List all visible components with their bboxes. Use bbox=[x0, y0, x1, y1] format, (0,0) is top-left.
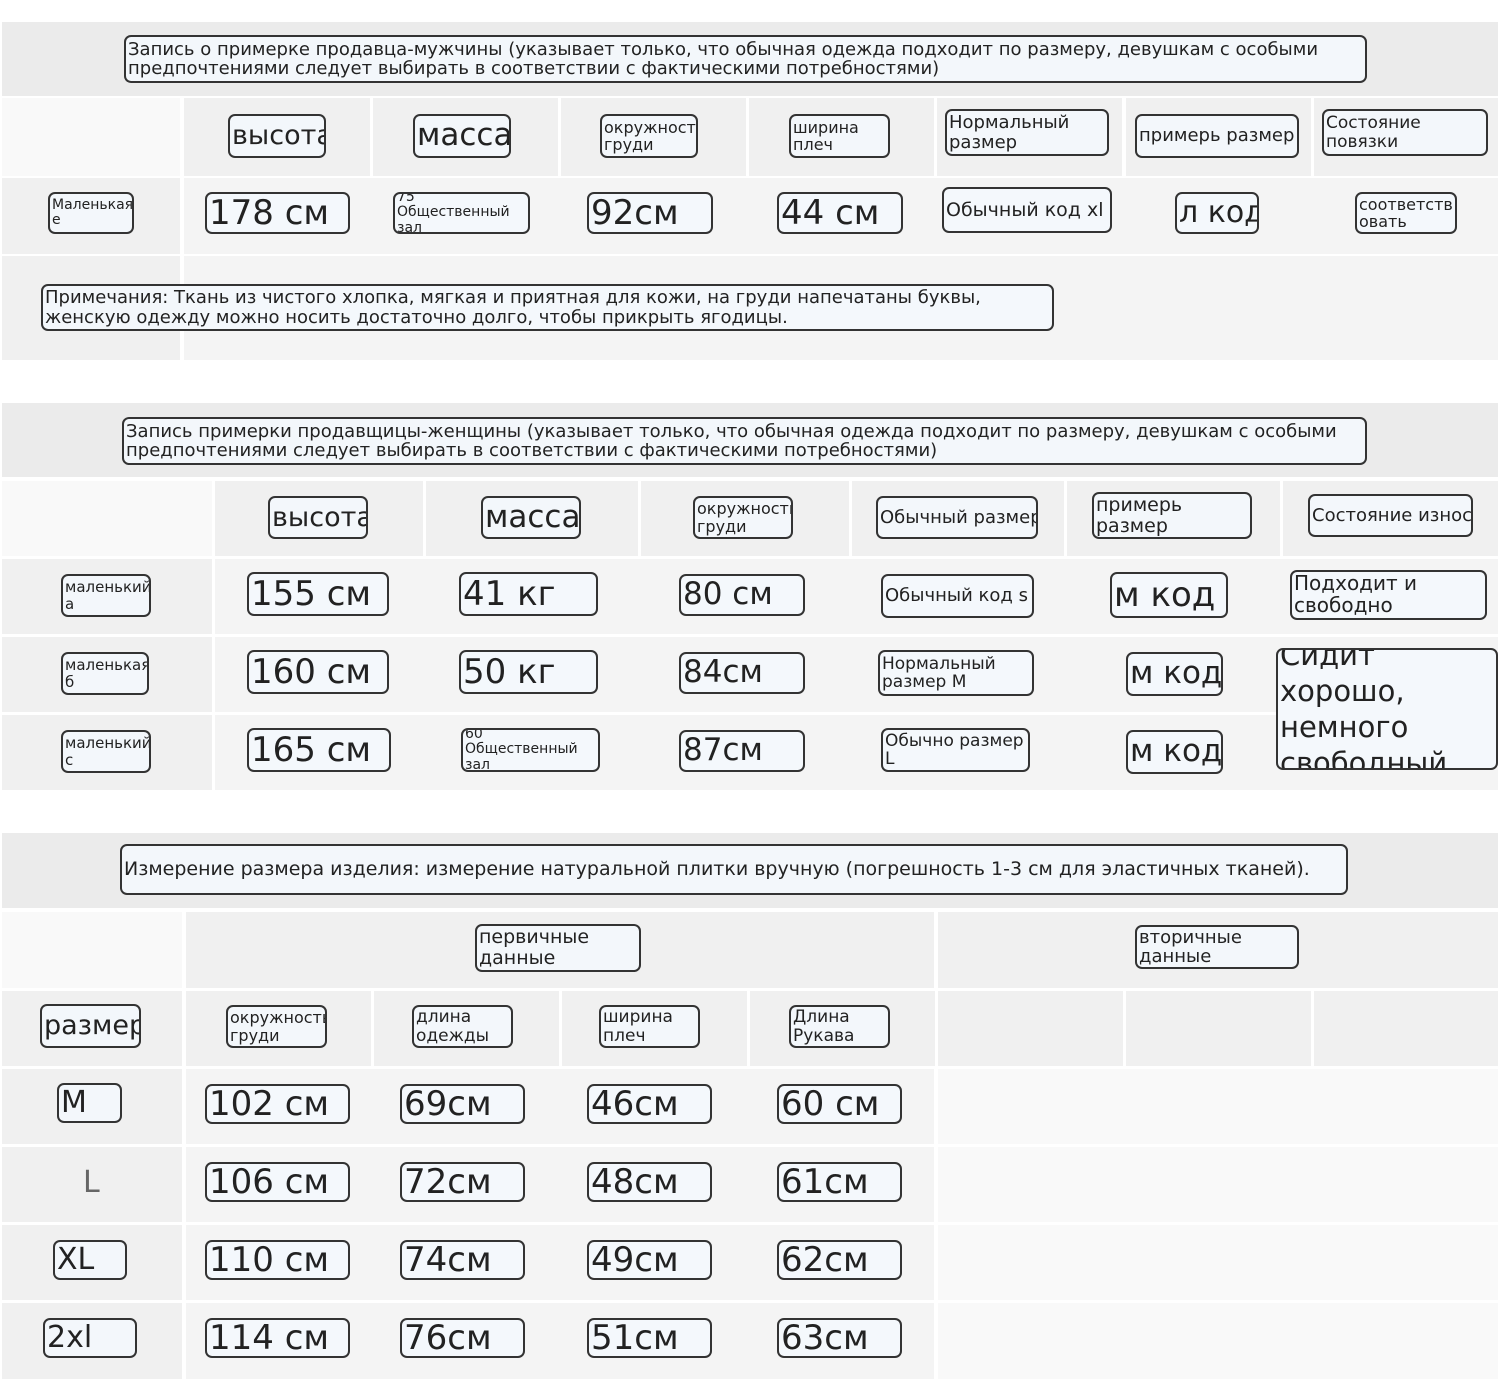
measurement-title: Измерение размера изделия: измерение нат… bbox=[120, 844, 1348, 895]
size-row-2xl: 2xl 114 см 76см 51см 63см bbox=[2, 1303, 1498, 1379]
primary-data-label: первичные данные bbox=[475, 924, 641, 972]
male-row-label: Маленькая е bbox=[48, 192, 134, 234]
female-fitting-section: Запись примерки продавщицы-женщины (указ… bbox=[2, 403, 1498, 791]
size-row-l: L 106 см 72см 48см 61см bbox=[2, 1147, 1498, 1222]
size-2xl-shoulder: 51см bbox=[587, 1318, 712, 1358]
female-header-chest: окружность груди bbox=[693, 496, 793, 539]
female-title-bar: Запись примерки продавщицы-женщины (указ… bbox=[2, 403, 1498, 477]
female-header-height: высота bbox=[268, 496, 368, 539]
size-l-chest: 106 см bbox=[205, 1162, 350, 1202]
male-header-chest: окружность груди bbox=[600, 114, 698, 158]
female-row-c-tried-size: м код bbox=[1126, 730, 1223, 774]
size-m-label: M bbox=[57, 1083, 122, 1123]
data-group-row: первичные данные вторичные данные bbox=[2, 912, 1498, 988]
female-header-weight: масса bbox=[481, 496, 581, 539]
male-weight-value: 75 Общественный зал bbox=[393, 192, 530, 234]
female-header-row: высота масса окружность груди Обычный ра… bbox=[2, 481, 1498, 556]
female-header-wear-state: Состояние износа bbox=[1308, 494, 1473, 537]
male-note: Примечания: Ткань из чистого хлопка, мяг… bbox=[41, 284, 1054, 331]
female-row-a-height: 155 см bbox=[247, 572, 389, 616]
male-header-normal-size: Нормальный размер bbox=[945, 109, 1109, 156]
size-row-xl: XL 110 см 74см 49см 62см bbox=[2, 1225, 1498, 1300]
size-2xl-sleeve: 63см bbox=[777, 1318, 902, 1358]
male-header-row: высота масса окружность груди ширина пле… bbox=[2, 98, 1498, 176]
female-row-c-label: маленький с bbox=[61, 730, 151, 773]
header-sleeve: Длина Рукава bbox=[789, 1005, 890, 1048]
measurement-header-row: размер окружность груди длина одежды шир… bbox=[2, 991, 1498, 1066]
measurement-title-bar: Измерение размера изделия: измерение нат… bbox=[2, 833, 1498, 908]
male-state-value: соответств овать bbox=[1355, 192, 1457, 234]
female-row-c-height: 165 см bbox=[247, 728, 391, 772]
female-row-a-label: маленький а bbox=[61, 574, 151, 617]
male-header-state: Состояние повязки bbox=[1322, 109, 1488, 156]
female-row-b-height: 160 см bbox=[247, 650, 389, 694]
female-wear-state-bc: Сидит хорошо, немного свободный bbox=[1276, 648, 1498, 770]
measurement-section: Измерение размера изделия: измерение нат… bbox=[2, 833, 1498, 1381]
male-normal-size-value: Обычный код xl bbox=[942, 187, 1112, 233]
female-row-b-tried-size: м код bbox=[1126, 652, 1223, 696]
female-header-tried-size: примерь размер bbox=[1092, 492, 1252, 539]
size-xl-shoulder: 49см bbox=[587, 1240, 712, 1280]
female-row-a-tried-size: м код bbox=[1110, 572, 1228, 618]
size-m-chest: 102 см bbox=[205, 1084, 350, 1124]
female-title: Запись примерки продавщицы-женщины (указ… bbox=[122, 417, 1367, 465]
male-fitting-section: Запись о примерке продавца-мужчины (указ… bbox=[2, 22, 1498, 362]
female-row-a-chest: 80 см bbox=[679, 574, 805, 616]
male-note-row: Примечания: Ткань из чистого хлопка, мяг… bbox=[2, 256, 1498, 360]
male-header-shoulder: ширина плеч bbox=[789, 114, 890, 158]
size-m-shoulder: 46см bbox=[587, 1084, 712, 1124]
male-data-row: Маленькая е 178 см 75 Общественный зал 9… bbox=[2, 178, 1498, 254]
female-row-a-weight: 41 кг bbox=[459, 572, 598, 616]
female-row-c-chest: 87см bbox=[679, 730, 805, 772]
size-2xl-length: 76см bbox=[400, 1318, 525, 1358]
female-row-c-weight: 60 Общественный зал bbox=[461, 728, 600, 772]
size-xl-length: 74см bbox=[400, 1240, 525, 1280]
header-chest: окружность груди bbox=[226, 1005, 327, 1048]
female-header-normal-size: Обычный размер bbox=[876, 496, 1038, 539]
header-shoulder: ширина плеч bbox=[599, 1005, 700, 1048]
female-row-c-normal-size: Обычно размер L bbox=[881, 728, 1030, 772]
size-2xl-chest: 114 см bbox=[205, 1318, 350, 1358]
male-header-tried-size: примерь размер bbox=[1135, 114, 1299, 158]
size-l-length: 72см bbox=[400, 1162, 525, 1202]
size-l-shoulder: 48см bbox=[587, 1162, 712, 1202]
secondary-data-label: вторичные данные bbox=[1135, 925, 1299, 969]
female-row-b: маленькая б 160 см 50 кг 84см Нормальный… bbox=[2, 637, 1498, 712]
male-header-height: высота bbox=[228, 114, 326, 158]
female-row-b-label: маленькая б bbox=[61, 652, 149, 695]
male-chest-value: 92см bbox=[587, 192, 713, 234]
male-title: Запись о примерке продавца-мужчины (указ… bbox=[124, 35, 1367, 83]
male-height-value: 178 см bbox=[205, 192, 350, 234]
female-row-a: маленький а 155 см 41 кг 80 см Обычный к… bbox=[2, 559, 1498, 634]
male-tried-size-value: л код bbox=[1175, 192, 1259, 234]
female-row-b-chest: 84см bbox=[679, 652, 805, 694]
size-m-sleeve: 60 см bbox=[777, 1084, 902, 1124]
male-title-bar: Запись о примерке продавца-мужчины (указ… bbox=[2, 22, 1498, 96]
size-2xl-label: 2xl bbox=[43, 1318, 137, 1358]
header-length: длина одежды bbox=[412, 1005, 513, 1048]
size-xl-chest: 110 см bbox=[205, 1240, 350, 1280]
male-shoulder-value: 44 см bbox=[777, 192, 903, 234]
female-wear-state-a: Подходит и свободно bbox=[1290, 570, 1487, 620]
size-header: размер bbox=[40, 1004, 141, 1048]
female-row-b-weight: 50 кг bbox=[459, 650, 598, 694]
female-row-a-normal-size: Обычный код s bbox=[881, 574, 1034, 618]
size-row-m: M 102 см 69см 46см 60 см bbox=[2, 1069, 1498, 1144]
male-header-weight: масса bbox=[413, 114, 511, 158]
size-l-sleeve: 61см bbox=[777, 1162, 902, 1202]
size-xl-label: XL bbox=[53, 1240, 127, 1280]
size-xl-sleeve: 62см bbox=[777, 1240, 902, 1280]
size-l-label: L bbox=[83, 1165, 100, 1200]
female-row-c: маленький с 165 см 60 Общественный зал 8… bbox=[2, 715, 1498, 790]
size-m-length: 69см bbox=[400, 1084, 525, 1124]
female-row-b-normal-size: Нормальный размер M bbox=[878, 650, 1034, 696]
